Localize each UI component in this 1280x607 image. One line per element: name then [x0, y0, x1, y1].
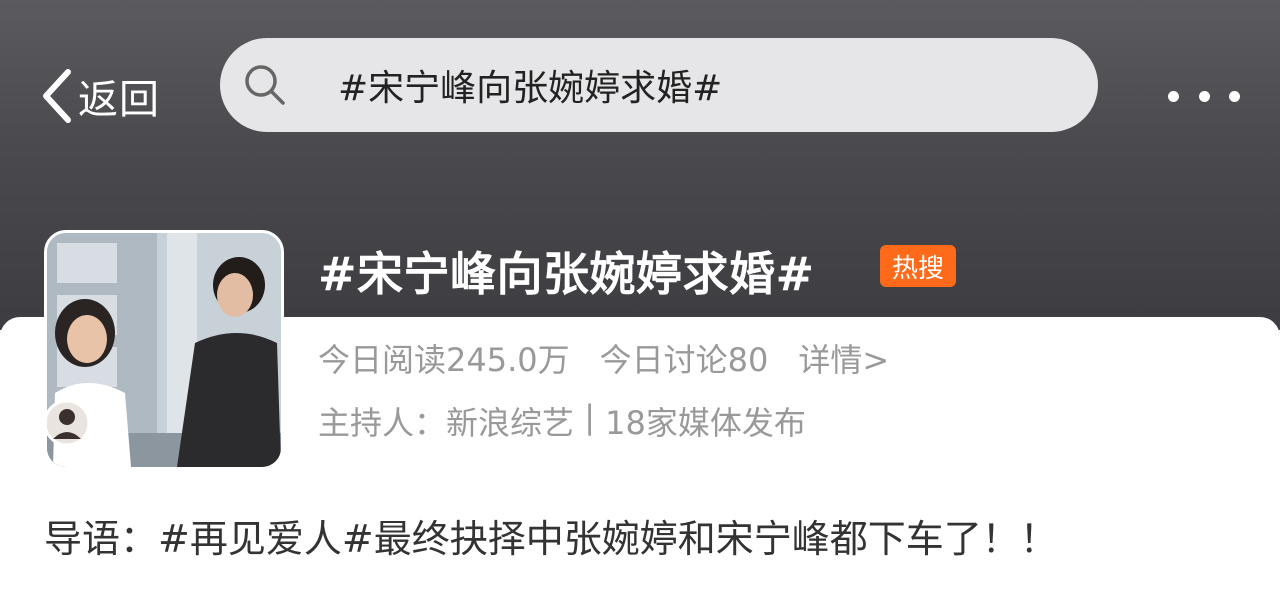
discuss-count: 今日讨论80 — [599, 341, 769, 379]
more-icon — [1168, 90, 1179, 102]
back-label: 返回 — [78, 77, 160, 123]
topic-intro: 导语： #再见爱人#最终抉择中张婉婷和宋宁峰都下车了！！ — [44, 508, 1058, 563]
detail-link[interactable]: 详情> — [798, 335, 889, 381]
host-info: 主持人： 新浪综艺 | 18家媒体发布 — [318, 398, 806, 444]
read-count: 今日阅读245.0万 — [318, 341, 570, 379]
topic-thumbnail[interactable] — [44, 230, 284, 470]
back-button[interactable]: 返回 — [38, 66, 160, 126]
intro-label: 导语： — [44, 517, 159, 561]
media-count-link[interactable]: 18家媒体发布 — [605, 398, 806, 444]
chevron-left-icon — [43, 69, 71, 123]
more-icon-dot — [1229, 90, 1240, 102]
more-button[interactable] — [1168, 78, 1240, 114]
host-name-link[interactable]: 新浪综艺 — [446, 398, 574, 444]
search-query: #宋宁峰向张婉婷求婚# — [338, 68, 723, 109]
intro-text: #再见爱人#最终抉择中张婉婷和宋宁峰都下车了！！ — [158, 517, 1058, 561]
host-prefix: 主持人： — [318, 404, 447, 442]
hot-badge: 热搜 — [880, 245, 956, 287]
topic-title: #宋宁峰向张婉婷求婚# — [318, 247, 815, 301]
search-bar[interactable]: #宋宁峰向张婉婷求婚# — [220, 38, 1098, 132]
search-icon — [245, 65, 285, 105]
host-separator: | — [574, 398, 606, 436]
more-icon-dot — [1198, 90, 1210, 102]
topic-stats: 今日阅读245.0万 今日讨论80 详情> — [318, 335, 919, 381]
